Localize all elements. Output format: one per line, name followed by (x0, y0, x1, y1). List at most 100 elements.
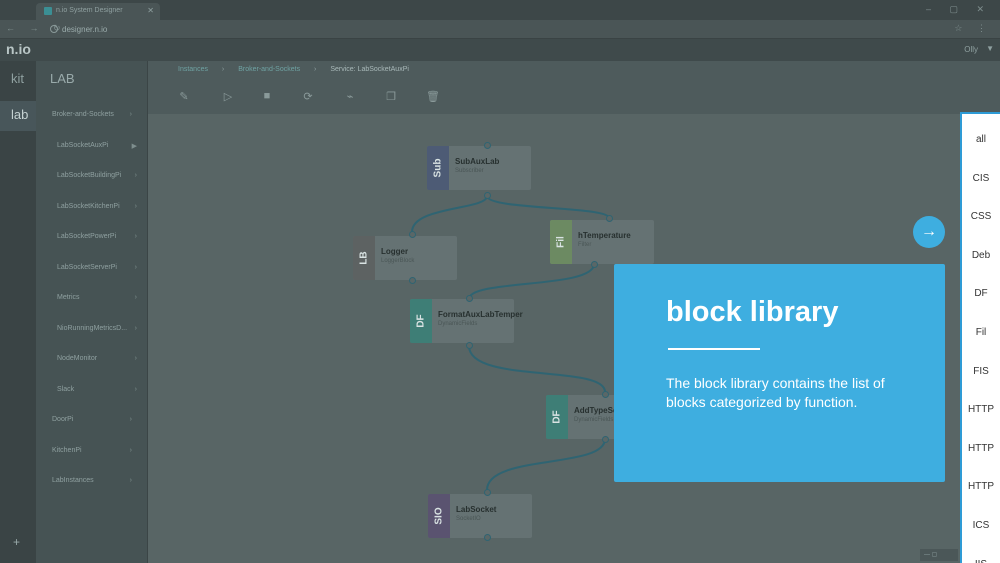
input-port[interactable] (606, 215, 613, 222)
copy-icon[interactable]: ❐ (384, 90, 398, 104)
user-menu[interactable]: Olly (964, 45, 978, 54)
sidebar-item-label: KitchenPi (52, 446, 82, 454)
category-item[interactable]: HTTP (962, 481, 1000, 492)
sidebar-item[interactable]: LabSocketKitchenPi › (57, 203, 147, 210)
block-subauxlab[interactable]: Sub SubAuxLab Subscriber (427, 146, 531, 190)
canvas-zoom-control[interactable]: — ▢ (920, 549, 958, 561)
block-logger[interactable]: LB Logger LoggerBlock (353, 236, 457, 280)
chevron-right-icon[interactable]: › (130, 447, 132, 454)
sidebar-item[interactable]: Broker-and-Sockets › (52, 111, 142, 118)
category-item[interactable]: HTTP (962, 443, 1000, 454)
block-name: FormatAuxLabTemper (438, 310, 523, 319)
category-item[interactable]: CIS (962, 173, 1000, 184)
browser-tab-title: n.io System Designer (56, 7, 123, 14)
chevron-right-icon[interactable]: › (130, 416, 132, 423)
chevron-right-icon[interactable]: › (135, 355, 137, 362)
tour-divider (668, 348, 760, 350)
browser-menu-icons[interactable]: ☆ ⋮ (954, 23, 992, 34)
category-item[interactable]: FIS (962, 366, 1000, 377)
browser-tab[interactable]: n.io System Designer ✕ (36, 3, 160, 20)
sidebar-item[interactable]: DoorPi › (52, 416, 142, 423)
sidebar-item-label: Slack (57, 385, 75, 393)
category-item[interactable]: CSS (962, 211, 1000, 222)
input-port[interactable] (602, 391, 609, 398)
chevron-right-icon[interactable]: › (135, 233, 137, 240)
chevron-right-icon[interactable]: › (130, 477, 132, 484)
category-item[interactable]: HTTP (962, 404, 1000, 415)
block-type-tag: DF (410, 299, 432, 343)
sidebar-item[interactable]: LabSocketAuxPi ▶ (57, 142, 147, 150)
input-port[interactable] (466, 295, 473, 302)
category-item[interactable]: DF (962, 288, 1000, 299)
sidebar-item[interactable]: LabSocketBuildingPi › (57, 172, 147, 179)
app-header: n.io Olly ▼ (0, 39, 1000, 61)
sidebar-item[interactable]: NodeMonitor › (57, 355, 147, 362)
block-htemperature[interactable]: Fil hTemperature Filter (550, 220, 654, 264)
sidebar-item[interactable]: NioRunningMetricsD... › (57, 325, 147, 332)
output-port[interactable] (484, 192, 491, 199)
block-type: Subscriber (455, 168, 484, 174)
sidebar-item-label: LabSocketKitchenPi (57, 202, 120, 210)
rail-kit-tab[interactable]: kit (11, 71, 24, 86)
block-name: Logger (381, 247, 409, 256)
sidebar-item[interactable]: Slack › (57, 386, 147, 393)
output-port[interactable] (484, 534, 491, 541)
output-port[interactable] (409, 277, 416, 284)
sidebar: LAB Broker-and-Sockets › LabSocketAuxPi ▶ La… (36, 61, 148, 563)
chevron-right-icon[interactable]: ▶ (132, 142, 137, 150)
block-formatauxlabtemper[interactable]: DF FormatAuxLabTemper DynamicFields (410, 299, 523, 343)
play-icon[interactable]: ▷ (221, 90, 235, 104)
connection-wire (468, 345, 606, 393)
sidebar-item[interactable]: LabSocketPowerPi › (57, 233, 147, 240)
category-item[interactable]: Fil (962, 327, 1000, 338)
edit-icon[interactable]: ✎ (177, 90, 191, 104)
breadcrumb: Instances › Broker-and-Sockets › Service… (178, 66, 421, 73)
close-tab-icon[interactable]: ✕ (147, 6, 154, 15)
block-type: SocketIO (456, 516, 481, 522)
output-port[interactable] (602, 436, 609, 443)
block-type: Filter (578, 242, 592, 248)
chevron-right-icon[interactable]: › (135, 203, 137, 210)
url-field[interactable]: designer.n.io (48, 23, 948, 36)
tour-next-button[interactable]: → (913, 216, 945, 248)
block-type-tag: LB (353, 236, 375, 280)
input-port[interactable] (484, 489, 491, 496)
breadcrumb-item[interactable]: Instances (178, 66, 208, 73)
stop-icon[interactable]: ■ (260, 90, 274, 104)
sidebar-item[interactable]: Metrics › (57, 294, 147, 301)
category-item[interactable]: Deb (962, 250, 1000, 261)
breadcrumb-item[interactable]: Broker-and-Sockets (238, 66, 300, 73)
block-name: LabSocket (456, 505, 497, 514)
connection-wire (486, 438, 606, 491)
input-port[interactable] (484, 142, 491, 149)
output-port[interactable] (591, 261, 598, 268)
rail-lab-tab[interactable]: lab (0, 101, 36, 131)
breadcrumb-separator: › (221, 66, 225, 73)
category-item[interactable]: ICS (962, 520, 1000, 531)
output-port[interactable] (466, 342, 473, 349)
sidebar-item[interactable]: LabInstances › (52, 477, 142, 484)
chevron-right-icon[interactable]: › (135, 325, 137, 332)
favicon-icon (44, 7, 52, 15)
chevron-right-icon[interactable]: › (135, 294, 137, 301)
sidebar-item-label: Broker-and-Sockets (52, 111, 114, 118)
chevron-down-icon[interactable]: ▼ (986, 44, 994, 53)
category-item[interactable]: all (962, 134, 1000, 145)
add-icon[interactable]: + (13, 535, 20, 549)
sidebar-item[interactable]: KitchenPi › (52, 447, 142, 454)
link-icon[interactable]: ⌁ (343, 90, 357, 104)
block-type-tag: Fil (550, 220, 572, 264)
refresh-icon[interactable]: ⟳ (301, 90, 315, 104)
input-port[interactable] (409, 231, 416, 238)
chevron-right-icon[interactable]: › (135, 264, 137, 271)
chevron-right-icon[interactable]: › (135, 386, 137, 393)
sidebar-item[interactable]: LabSocketServerPi › (57, 264, 147, 271)
window-controls[interactable]: – ▢ ✕ (926, 4, 992, 15)
chevron-right-icon[interactable]: › (135, 172, 137, 179)
trash-icon[interactable]: 🗑 (426, 90, 440, 104)
chevron-right-icon[interactable]: › (130, 111, 132, 118)
service-toolbar: ✎ ▷ ■ ⟳ ⌁ ❐ 🗑 (148, 84, 958, 114)
category-item[interactable]: IIS (962, 559, 1000, 563)
block-type: DynamicFields (438, 321, 478, 327)
block-labsocket[interactable]: SIO LabSocket SocketIO (428, 494, 532, 538)
